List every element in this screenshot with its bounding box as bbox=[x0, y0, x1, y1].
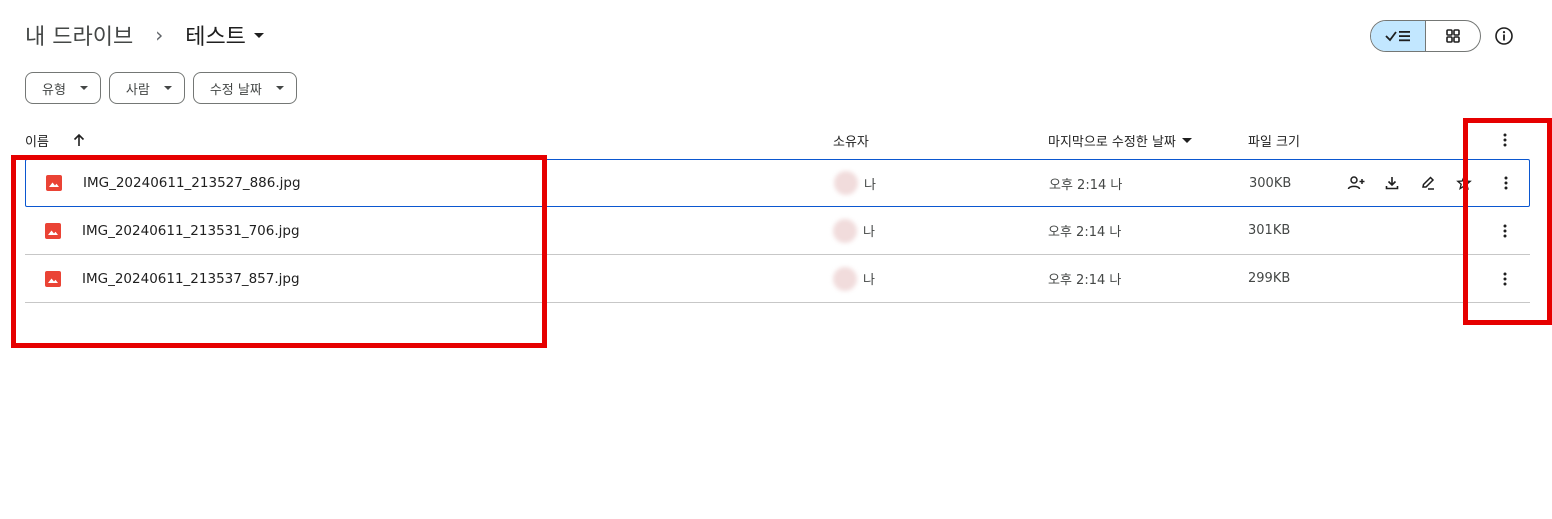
caret-down-icon bbox=[79, 86, 88, 90]
file-name: IMG_20240611_213537_857.jpg bbox=[82, 270, 300, 287]
avatar bbox=[834, 171, 858, 195]
share-button[interactable] bbox=[1344, 171, 1368, 195]
caret-down-icon bbox=[253, 32, 264, 38]
person-add-icon bbox=[1347, 176, 1365, 190]
column-options-button[interactable] bbox=[1493, 124, 1517, 156]
more-vert-icon bbox=[1503, 224, 1507, 237]
more-actions-button[interactable] bbox=[1493, 207, 1517, 254]
grid-view-button[interactable] bbox=[1426, 21, 1481, 51]
list-view-button[interactable] bbox=[1371, 21, 1426, 51]
caret-down-icon bbox=[275, 86, 284, 90]
owner-name: 나 bbox=[863, 273, 875, 288]
chevron-right-icon: › bbox=[155, 23, 164, 47]
star-icon bbox=[1456, 175, 1472, 190]
owner-cell: 나 bbox=[834, 160, 876, 206]
owner-name: 나 bbox=[864, 177, 876, 193]
row-actions bbox=[1344, 160, 1476, 206]
column-header-modified[interactable]: 마지막으로 수정한 날짜 bbox=[1048, 124, 1192, 156]
download-button[interactable] bbox=[1380, 171, 1404, 195]
people-filter-chip[interactable]: 사람 bbox=[108, 72, 185, 104]
modified-cell: 오후 2:14 나 bbox=[1048, 273, 1122, 288]
column-header-name[interactable]: 이름 bbox=[25, 124, 49, 156]
table-row[interactable]: IMG_20240611_213527_886.jpg 나 오후 2:14 나 … bbox=[25, 159, 1530, 207]
download-icon bbox=[1385, 177, 1399, 190]
modified-filter-chip[interactable]: 수정 날짜 bbox=[192, 72, 297, 104]
info-icon bbox=[1495, 27, 1513, 45]
breadcrumb: 내 드라이브 › 테스트 bbox=[25, 20, 264, 50]
owner-cell: 나 bbox=[833, 207, 875, 254]
current-folder-label: 테스트 bbox=[185, 25, 246, 50]
column-header-owner[interactable]: 소유자 bbox=[833, 124, 869, 156]
column-header-modified-label: 마지막으로 수정한 날짜 bbox=[1048, 134, 1176, 150]
modified-cell: 오후 2:14 나 bbox=[1048, 225, 1122, 240]
table-row[interactable]: IMG_20240611_213537_857.jpg 나 오후 2:14 나 … bbox=[25, 255, 1530, 303]
avatar bbox=[833, 266, 857, 291]
more-actions-button[interactable] bbox=[1493, 255, 1517, 302]
file-list: IMG_20240611_213527_886.jpg 나 오후 2:14 나 … bbox=[25, 159, 1530, 303]
size-cell: 300KB bbox=[1249, 175, 1292, 191]
file-name: IMG_20240611_213527_886.jpg bbox=[83, 175, 301, 191]
caret-down-icon bbox=[1181, 137, 1192, 143]
more-vert-icon bbox=[1503, 133, 1507, 147]
size-cell: 299KB bbox=[1248, 271, 1291, 286]
chip-label: 유형 bbox=[42, 82, 66, 98]
more-actions-button[interactable] bbox=[1494, 160, 1518, 206]
more-vert-icon bbox=[1503, 272, 1507, 285]
current-folder-button[interactable]: 테스트 bbox=[185, 19, 264, 51]
caret-down-icon bbox=[163, 86, 172, 90]
chip-label: 수정 날짜 bbox=[209, 82, 262, 98]
filter-chips: 유형 사람 수정 날짜 bbox=[25, 72, 297, 104]
image-file-icon bbox=[45, 255, 61, 302]
chip-label: 사람 bbox=[125, 82, 150, 98]
table-row[interactable]: IMG_20240611_213531_706.jpg 나 오후 2:14 나 … bbox=[25, 207, 1530, 255]
sort-ascending-button[interactable] bbox=[71, 124, 87, 156]
owner-name: 나 bbox=[863, 225, 875, 240]
star-button[interactable] bbox=[1452, 171, 1476, 195]
info-button[interactable] bbox=[1492, 24, 1516, 48]
type-filter-chip[interactable]: 유형 bbox=[25, 72, 101, 104]
image-file-icon bbox=[45, 207, 61, 254]
view-toggle bbox=[1370, 20, 1481, 52]
rename-button[interactable] bbox=[1416, 171, 1440, 195]
arrow-up-icon bbox=[73, 133, 85, 146]
edit-icon bbox=[1422, 176, 1435, 190]
avatar bbox=[833, 218, 857, 243]
table-header: 이름 소유자 마지막으로 수정한 날짜 파일 크기 bbox=[25, 124, 1530, 156]
size-cell: 301KB bbox=[1248, 223, 1291, 238]
more-vert-icon bbox=[1504, 176, 1508, 190]
file-name: IMG_20240611_213531_706.jpg bbox=[82, 222, 300, 239]
owner-cell: 나 bbox=[833, 255, 875, 302]
grid-icon bbox=[1445, 29, 1460, 43]
modified-cell: 오후 2:14 나 bbox=[1049, 177, 1123, 193]
image-file-icon bbox=[46, 160, 62, 206]
column-header-size[interactable]: 파일 크기 bbox=[1248, 124, 1300, 156]
check-list-icon bbox=[1385, 31, 1410, 42]
breadcrumb-root[interactable]: 내 드라이브 bbox=[25, 19, 133, 51]
